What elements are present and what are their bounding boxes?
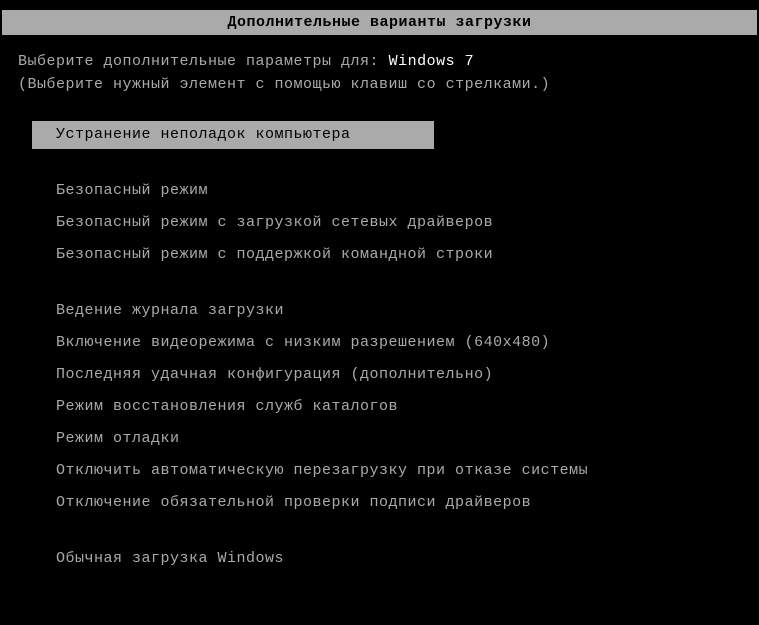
- menu-item-safe-mode-cmd[interactable]: Безопасный режим с поддержкой командной …: [32, 241, 741, 269]
- menu-item-disable-auto-restart[interactable]: Отключить автоматическую перезагрузку пр…: [32, 457, 741, 485]
- prompt-prefix: Выберите дополнительные параметры для:: [18, 53, 389, 70]
- menu-item-safe-mode-networking[interactable]: Безопасный режим с загрузкой сетевых дра…: [32, 209, 741, 237]
- menu-item-debug[interactable]: Режим отладки: [32, 425, 741, 453]
- menu-item-safe-mode[interactable]: Безопасный режим: [32, 177, 741, 205]
- menu-item-ds-restore[interactable]: Режим восстановления служб каталогов: [32, 393, 741, 421]
- os-name: Windows 7: [389, 53, 475, 70]
- hint-line: (Выберите нужный элемент с помощью клави…: [18, 76, 741, 93]
- group-gap: [32, 521, 741, 545]
- prompt-line: Выберите дополнительные параметры для: W…: [18, 53, 741, 70]
- menu-item-normal-boot[interactable]: Обычная загрузка Windows: [32, 545, 741, 573]
- menu-item-last-known-good[interactable]: Последняя удачная конфигурация (дополнит…: [32, 361, 741, 389]
- menu-item-disable-driver-sig[interactable]: Отключение обязательной проверки подписи…: [32, 489, 741, 517]
- menu-item-boot-logging[interactable]: Ведение журнала загрузки: [32, 297, 741, 325]
- menu-item-low-res-video[interactable]: Включение видеорежима с низким разрешени…: [32, 329, 741, 357]
- content-area: Выберите дополнительные параметры для: W…: [0, 35, 759, 573]
- page-title: Дополнительные варианты загрузки: [227, 14, 531, 31]
- group-gap: [32, 273, 741, 297]
- group-gap: [32, 153, 741, 177]
- menu-item-repair[interactable]: Устранение неполадок компьютера: [32, 121, 434, 149]
- page-title-bar: Дополнительные варианты загрузки: [2, 10, 757, 35]
- boot-menu: Устранение неполадок компьютера Безопасн…: [32, 121, 741, 573]
